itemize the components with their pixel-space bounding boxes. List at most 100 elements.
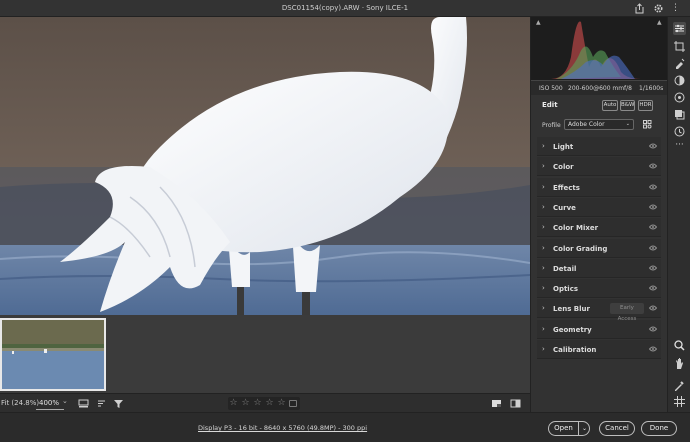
tool-strip: ··· [667, 17, 690, 412]
visibility-eye-icon[interactable] [648, 204, 658, 210]
panel-section-lens-blur[interactable]: › Lens Blur Early Access [537, 299, 661, 322]
visibility-eye-icon[interactable] [648, 285, 658, 291]
footer-bar: Display P3 - 16 bit - 8640 x 5760 (49.8M… [0, 412, 690, 442]
photo-canvas[interactable] [0, 17, 530, 315]
visibility-eye-icon[interactable] [648, 184, 658, 190]
title-bar: DSC01154(copy).ARW · Sony ILCE-1 ⋮ [0, 0, 690, 17]
chevron-down-icon[interactable]: ⌄ [579, 422, 590, 435]
visibility-eye-icon[interactable] [648, 346, 658, 352]
gear-icon[interactable] [653, 3, 664, 14]
early-access-badge: Early Access [610, 303, 644, 322]
more-icon[interactable]: ⋮ [670, 3, 681, 14]
visibility-eye-icon[interactable] [648, 245, 658, 251]
rating-star-5[interactable]: ☆ [276, 397, 287, 410]
edit-panel: ▲ ▲ ISO 500 200-600@600 mm f/8 1/1600s E… [530, 17, 668, 412]
more-tools-icon[interactable]: ··· [673, 139, 686, 152]
section-label: Effects [553, 183, 580, 192]
rating-star-1[interactable]: ☆ [228, 397, 239, 410]
edit-title: Edit [542, 101, 558, 109]
window-title: DSC01154(copy).ARW · Sony ILCE-1 [281, 4, 409, 12]
chevron-down-icon: ⌄ [625, 121, 630, 127]
section-label: Detail [553, 264, 577, 273]
panel-section-color-grading[interactable]: › Color Grading [537, 238, 661, 258]
red-eye-icon[interactable] [673, 91, 686, 104]
profile-dropdown[interactable]: Adobe Color ⌄ [564, 119, 634, 130]
presets-icon[interactable] [673, 108, 686, 121]
section-label: Geometry [553, 325, 592, 334]
reject-flag-icon[interactable] [289, 400, 297, 407]
rating-star-2[interactable]: ☆ [240, 397, 251, 410]
crop-icon[interactable] [673, 40, 686, 53]
visibility-eye-icon[interactable] [648, 224, 658, 230]
panel-section-color[interactable]: › Color [537, 157, 661, 177]
chevron-right-icon: › [542, 304, 545, 313]
grid-overlay-icon[interactable] [673, 395, 686, 408]
chevron-right-icon: › [542, 324, 545, 333]
visibility-eye-icon[interactable] [648, 143, 658, 149]
chevron-right-icon: › [542, 202, 545, 211]
export-icon[interactable] [634, 3, 645, 14]
masking-icon[interactable] [673, 74, 686, 87]
color-sampler-icon[interactable] [673, 379, 686, 392]
exif-iso: ISO 500 [539, 85, 563, 92]
rating-star-3[interactable]: ☆ [252, 397, 263, 410]
exif-shutter: 1/1600s [639, 85, 664, 92]
filter-icon[interactable] [113, 398, 124, 409]
panel-section-optics[interactable]: › Optics [537, 279, 661, 299]
zoom-dropdown-icon[interactable]: ⌄ [62, 397, 68, 405]
panel-section-color-mixer[interactable]: › Color Mixer [537, 218, 661, 238]
visibility-eye-icon[interactable] [648, 305, 658, 311]
workflow-options-link[interactable]: Display P3 - 16 bit - 8640 x 5760 (49.8M… [198, 424, 367, 432]
sort-icon[interactable] [97, 398, 108, 409]
zoom-level-field[interactable]: 400% [36, 397, 64, 410]
exif-aperture: f/8 [624, 85, 632, 92]
panel-section-geometry[interactable]: › Geometry [537, 319, 661, 339]
rating-star-4[interactable]: ☆ [264, 397, 275, 410]
edit-sliders-icon[interactable] [673, 22, 686, 35]
hdr-button[interactable]: HDR [638, 100, 653, 111]
panel-section-detail[interactable]: › Detail [537, 258, 661, 278]
filmstrip-thumbnail[interactable] [0, 318, 106, 391]
bw-button[interactable]: B&W [620, 100, 635, 111]
panel-section-light[interactable]: › Light [537, 137, 661, 156]
section-label: Calibration [553, 346, 597, 354]
exif-lens: 200-600@600 mm [568, 85, 625, 92]
section-label: Optics [553, 285, 579, 294]
chevron-right-icon: › [542, 345, 545, 353]
filmstrip-toggle-icon[interactable] [78, 398, 89, 409]
done-button[interactable]: Done [641, 421, 677, 436]
open-button[interactable]: Open ⌄ [548, 421, 590, 436]
before-after-icon[interactable] [510, 398, 521, 409]
visibility-eye-icon[interactable] [648, 163, 658, 169]
compare-view-icon[interactable] [491, 398, 502, 409]
profile-row: Profile Adobe Color ⌄ [531, 115, 668, 135]
chevron-right-icon: › [542, 182, 545, 191]
visibility-eye-icon[interactable] [648, 265, 658, 271]
zoom-tool-icon[interactable] [673, 339, 686, 352]
auto-button[interactable]: Auto [602, 100, 618, 111]
filmstrip [0, 315, 530, 393]
profile-label: Profile [542, 122, 561, 129]
hand-tool-icon[interactable] [673, 357, 686, 370]
fit-zoom-option[interactable]: Fit (24.8%) [1, 399, 39, 407]
chevron-right-icon: › [542, 223, 545, 232]
panel-section-effects[interactable]: › Effects [537, 177, 661, 197]
section-label: Color [553, 163, 574, 172]
chevron-right-icon: › [542, 243, 545, 252]
histogram: ▲ ▲ [531, 17, 668, 81]
chevron-right-icon: › [542, 263, 545, 272]
panel-section-curve[interactable]: › Curve [537, 197, 661, 217]
section-label: Curve [553, 203, 576, 212]
section-label: Light [553, 143, 574, 151]
bottom-toolbar: Fit (24.8%) 400% ⌄ ☆ ☆ ☆ ☆ ☆ [0, 393, 530, 412]
chevron-right-icon: › [542, 284, 545, 293]
profile-browser-icon[interactable] [643, 120, 652, 129]
cancel-button[interactable]: Cancel [599, 421, 635, 436]
section-label: Color Grading [553, 244, 608, 253]
chevron-right-icon: › [542, 162, 545, 171]
panel-section-calibration[interactable]: › Calibration [537, 340, 661, 359]
healing-brush-icon[interactable] [673, 57, 686, 70]
visibility-eye-icon[interactable] [648, 326, 658, 332]
chevron-right-icon: › [542, 142, 545, 150]
snapshots-icon[interactable] [673, 125, 686, 138]
